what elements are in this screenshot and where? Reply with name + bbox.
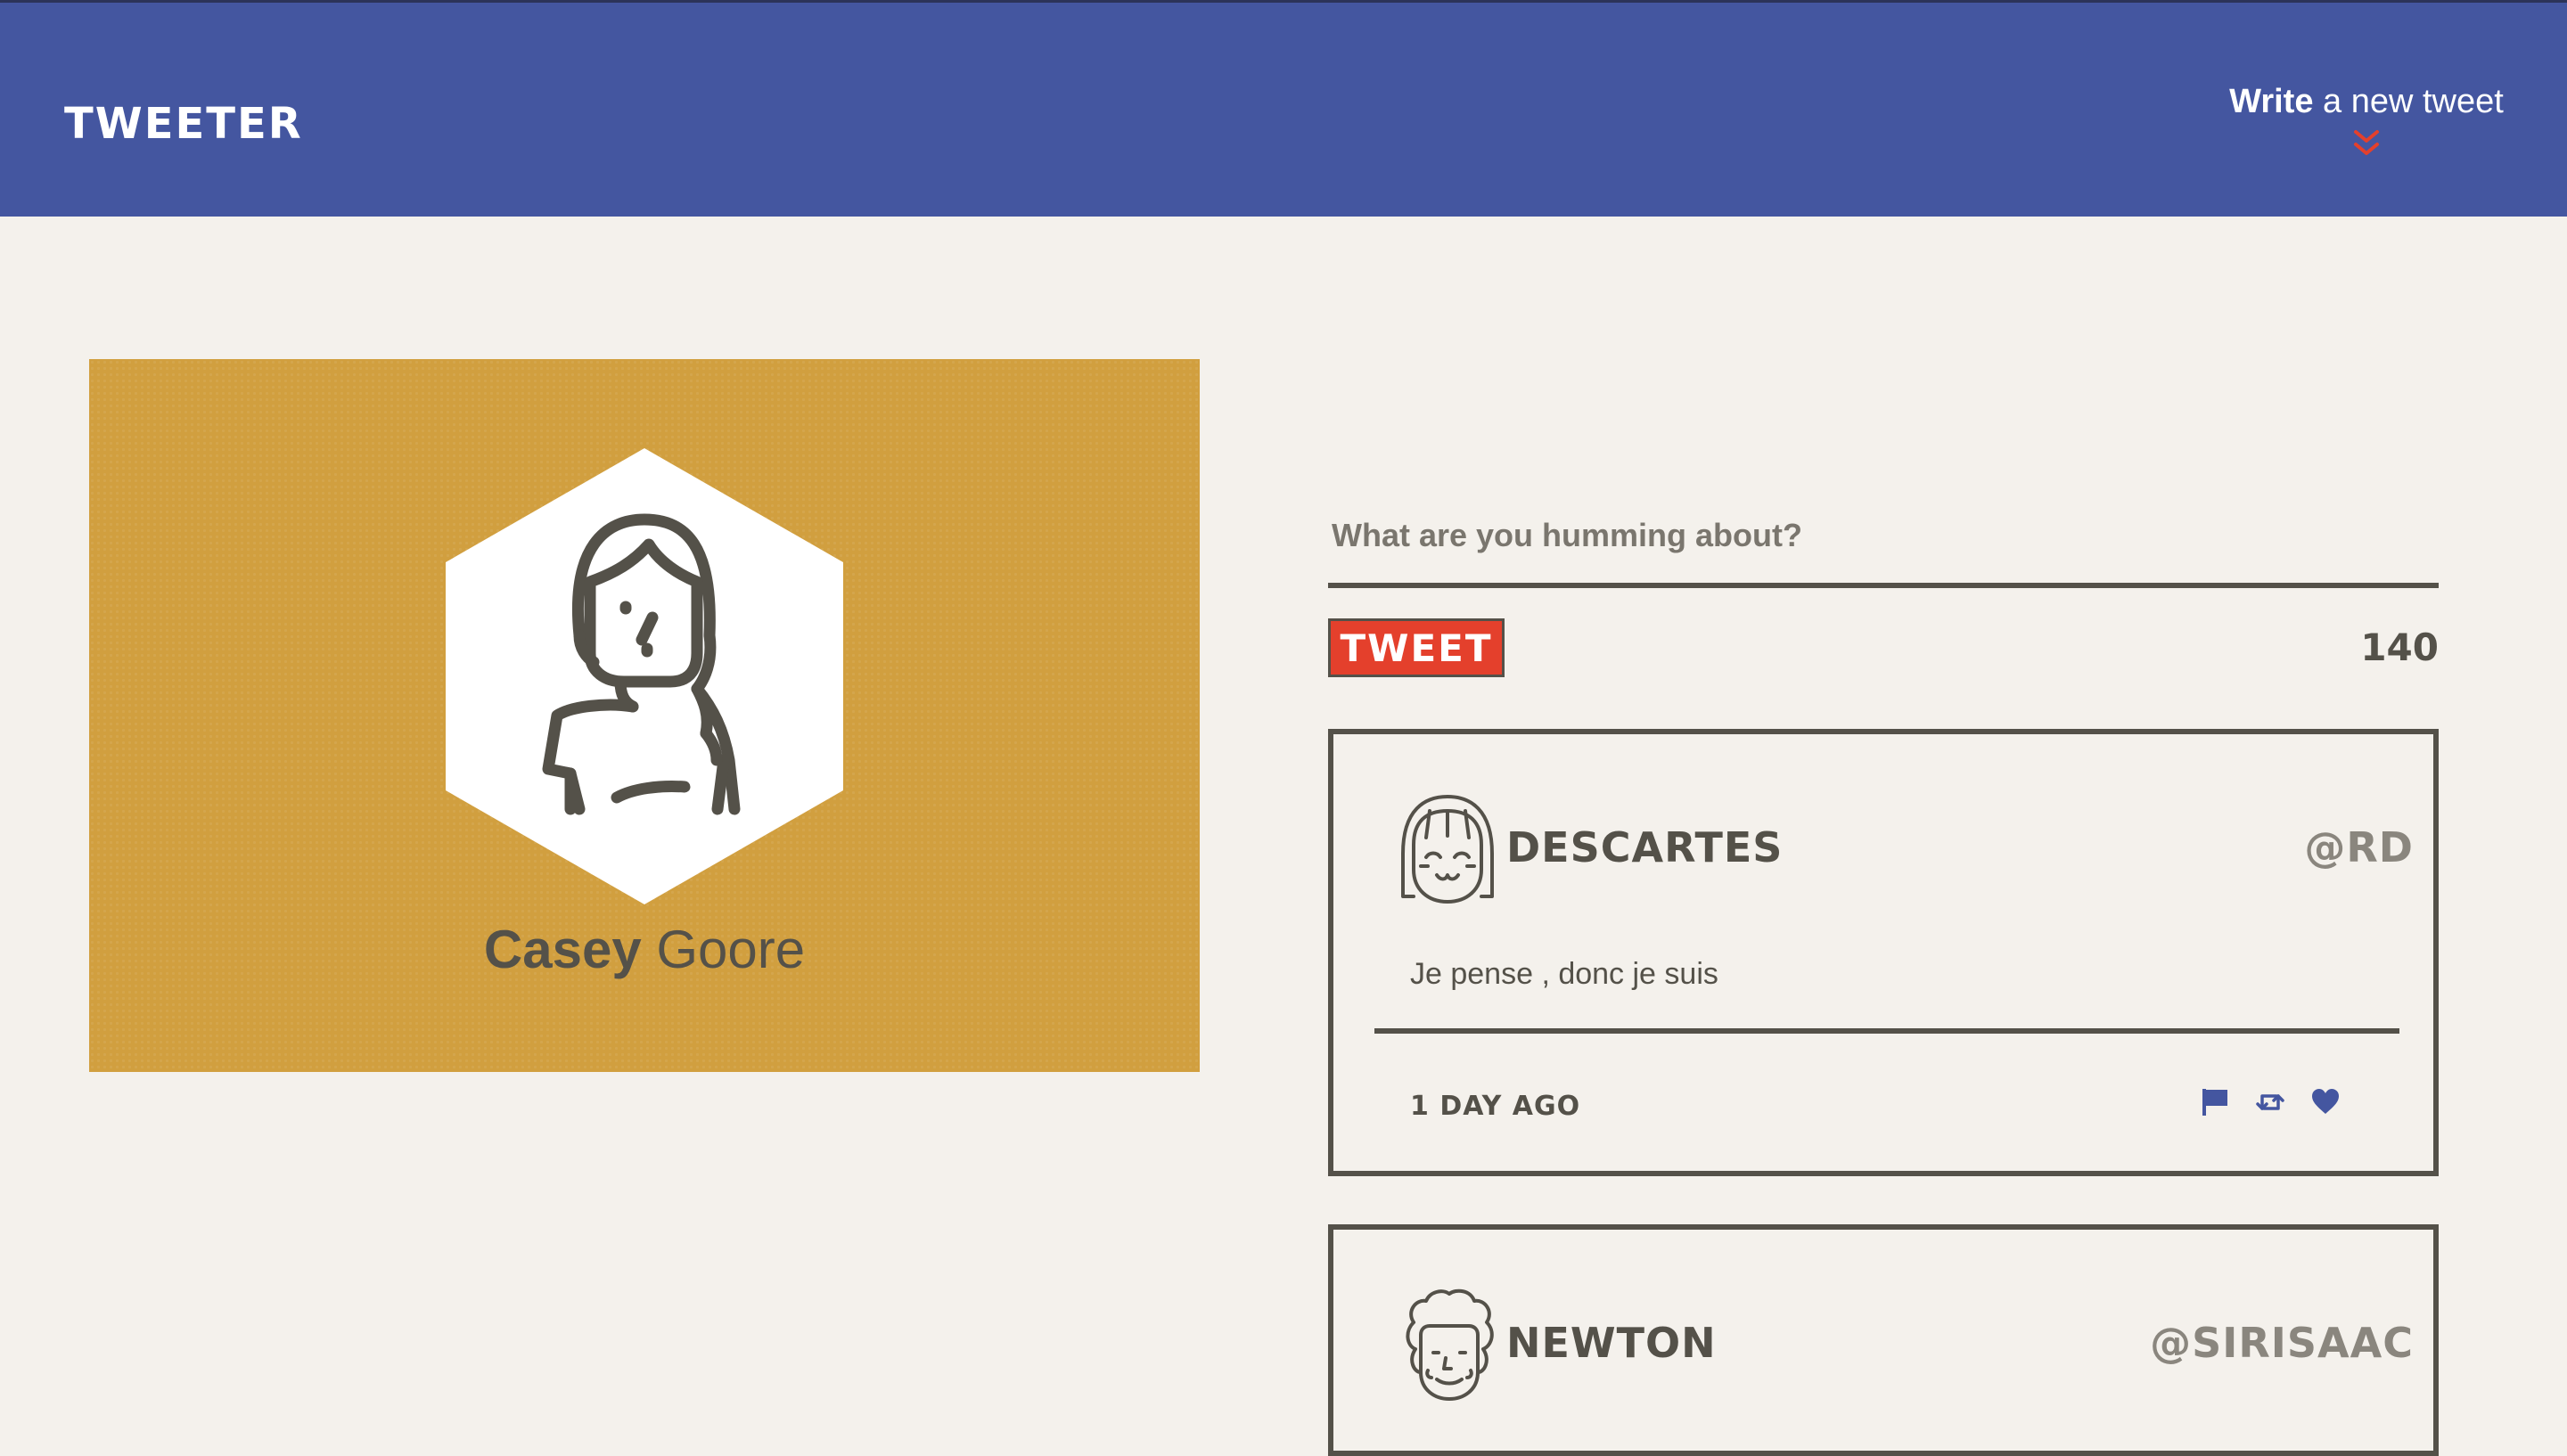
profile-card: Casey Goore	[89, 359, 1200, 1072]
retweet-icon[interactable]	[2255, 1087, 2285, 1117]
tweet-handle: @SIRISAAC	[2150, 1319, 2414, 1367]
profile-last-name: Goore	[656, 920, 806, 979]
tweet-actions	[2200, 1087, 2341, 1117]
tweet-button[interactable]: TWEET	[1328, 618, 1505, 677]
profile-name: Casey Goore	[89, 919, 1200, 980]
compose-toggle-rest: a new tweet	[2313, 83, 2504, 120]
profile-first-name: Casey	[483, 920, 642, 979]
heart-icon[interactable]	[2310, 1087, 2341, 1117]
flag-icon[interactable]	[2200, 1087, 2230, 1117]
tweet-author: NEWTON	[1506, 1319, 1717, 1367]
brand-logo[interactable]: TWEETER	[64, 99, 303, 149]
tweet-card: DESCARTES @RD Je pense , donc je suis 1 …	[1328, 729, 2439, 1176]
tweet-author: DESCARTES	[1506, 823, 1784, 871]
avatar	[1401, 795, 1494, 904]
tweet-text: Je pense , donc je suis	[1410, 957, 1718, 991]
char-counter: 140	[2360, 626, 2439, 669]
nav-bar: TWEETER Write a new tweet	[0, 3, 2567, 217]
tweet-handle: @RD	[2304, 823, 2414, 871]
tweet-card: NEWTON @SIRISAAC	[1328, 1224, 2439, 1456]
tweet-input[interactable]	[1328, 508, 2439, 588]
avatar	[1406, 1288, 1494, 1401]
chevron-double-down-icon[interactable]	[2350, 128, 2382, 160]
tweet-timestamp: 1 DAY AGO	[1410, 1091, 1581, 1122]
tweet-divider	[1374, 1028, 2399, 1034]
profile-avatar	[446, 448, 843, 904]
compose-toggle-strong: Write	[2229, 83, 2314, 120]
write-new-tweet-toggle[interactable]: Write a new tweet	[2219, 83, 2514, 160]
tweet-composer: TWEET 140	[1328, 508, 2439, 677]
compose-toggle-label: Write a new tweet	[2229, 83, 2504, 120]
